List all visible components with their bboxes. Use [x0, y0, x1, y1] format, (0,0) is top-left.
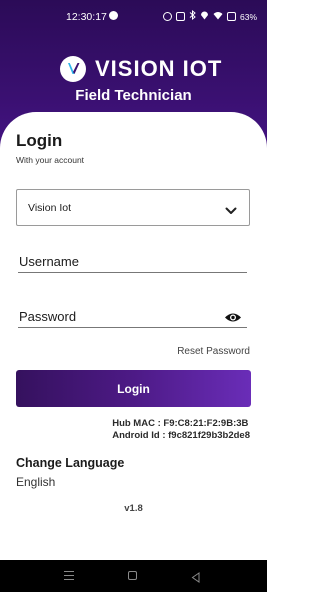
wifi-icon	[213, 11, 223, 23]
change-language-title[interactable]: Change Language	[16, 456, 124, 470]
bluetooth-icon	[189, 9, 196, 23]
android-id: Android Id : f9c821f29b3b2de8	[112, 429, 250, 441]
location-icon	[200, 11, 209, 23]
organization-select[interactable]: Vision Iot	[16, 189, 250, 226]
chevron-down-icon	[225, 202, 237, 220]
username-field[interactable]: Username	[18, 247, 247, 273]
brand-logo: VISION IOT	[60, 56, 222, 82]
battery-level: 63%	[239, 11, 257, 22]
login-subtitle: With your account	[16, 155, 85, 165]
password-placeholder: Password	[19, 309, 77, 324]
password-field[interactable]: Password	[18, 302, 247, 328]
notification-icon	[109, 11, 118, 20]
username-placeholder: Username	[19, 254, 79, 269]
logo-text: VISION IOT	[95, 56, 223, 81]
back-icon[interactable]	[191, 570, 200, 588]
organization-select-value: Vision Iot	[28, 202, 71, 214]
eye-icon[interactable]	[224, 310, 242, 328]
login-card	[0, 112, 267, 560]
status-time: 12:30:17	[66, 11, 107, 23]
logo-mark-icon	[60, 56, 86, 82]
vibrate-icon	[175, 12, 185, 21]
status-bar: 12:30:17 63%	[0, 0, 267, 34]
login-title: Login	[16, 131, 63, 150]
app-version: v1.8	[124, 503, 143, 514]
app-subtitle: Field Technician	[75, 87, 192, 104]
reset-password-link[interactable]: Reset Password	[177, 346, 250, 357]
language-value[interactable]: English	[16, 475, 55, 489]
home-icon[interactable]	[128, 571, 137, 580]
battery-icon	[226, 12, 236, 21]
device-info: Hub MAC : F9:C8:21:F2:9B:3B Android Id :…	[112, 418, 250, 441]
hub-mac: Hub MAC : F9:C8:21:F2:9B:3B	[112, 418, 249, 429]
alarm-icon	[162, 12, 172, 21]
status-icons: 63%	[162, 9, 257, 23]
login-button[interactable]: Login	[16, 370, 251, 407]
menu-icon[interactable]	[64, 571, 74, 580]
navigation-bar	[0, 560, 267, 592]
